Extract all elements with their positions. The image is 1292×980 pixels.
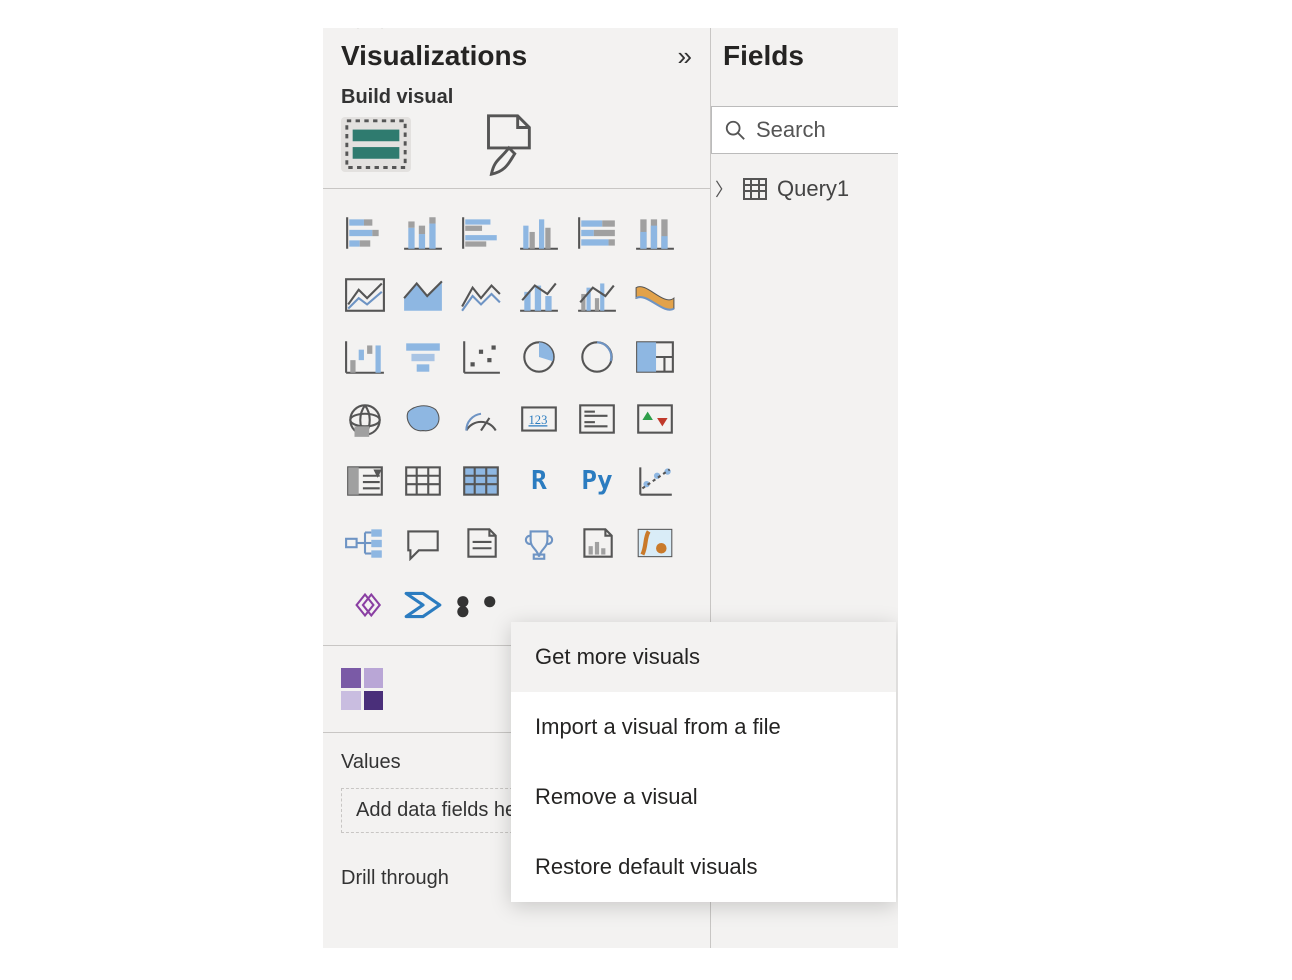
line-chart[interactable]: [339, 273, 391, 317]
treemap-chart[interactable]: [629, 335, 681, 379]
hundred-percent-stacked-column-chart[interactable]: [629, 211, 681, 255]
area-chart[interactable]: [397, 273, 449, 317]
r-script-visual[interactable]: R: [513, 459, 565, 503]
fields-search-input[interactable]: Search: [711, 106, 898, 154]
kpi-chart[interactable]: [629, 397, 681, 441]
visualizations-tab-bar: [323, 117, 710, 188]
more-visuals-context-menu: Get more visuals Import a visual from a …: [511, 622, 896, 902]
format-paintbrush-icon: [471, 110, 541, 180]
search-icon: [724, 119, 746, 141]
hundred-percent-stacked-bar-chart[interactable]: [571, 211, 623, 255]
qa-visual[interactable]: [397, 521, 449, 565]
key-influencers-chart[interactable]: [629, 459, 681, 503]
waterfall-chart[interactable]: [339, 335, 391, 379]
table-icon: [743, 178, 767, 200]
menu-get-more-visuals[interactable]: Get more visuals: [511, 622, 896, 692]
card-chart[interactable]: 123: [513, 397, 565, 441]
pie-chart[interactable]: [513, 335, 565, 379]
fields-header: Fields: [711, 28, 898, 84]
stacked-bar-chart[interactable]: [339, 211, 391, 255]
collapse-visualizations-icon[interactable]: »: [678, 41, 692, 72]
fields-search-placeholder: Search: [756, 117, 826, 143]
slicer-chart[interactable]: [339, 459, 391, 503]
power-apps-visual[interactable]: [339, 583, 391, 627]
custom-visual-icon[interactable]: [341, 668, 383, 710]
smart-narrative-visual[interactable]: [455, 521, 507, 565]
filled-map-chart[interactable]: [397, 397, 449, 441]
visual-gallery: 123 R Py ● ● ●: [323, 189, 710, 637]
visualizations-header: Visualizations »: [323, 28, 710, 84]
map-chart[interactable]: [339, 397, 391, 441]
table-chart[interactable]: [397, 459, 449, 503]
multi-row-card-chart[interactable]: [571, 397, 623, 441]
visualizations-title: Visualizations: [341, 40, 678, 72]
powerbi-right-panes: Visualizations » Build visual: [323, 28, 898, 948]
funnel-chart[interactable]: [397, 335, 449, 379]
donut-chart[interactable]: [571, 335, 623, 379]
arcgis-map-visual[interactable]: [629, 521, 681, 565]
power-automate-visual[interactable]: [397, 583, 449, 627]
line-clustered-column-chart[interactable]: [571, 273, 623, 317]
paginated-report-visual[interactable]: [571, 521, 623, 565]
clustered-column-chart[interactable]: [513, 211, 565, 255]
get-more-visuals-button[interactable]: ● ● ●: [455, 583, 507, 627]
scatter-chart[interactable]: [455, 335, 507, 379]
decomposition-tree-chart[interactable]: [339, 521, 391, 565]
gauge-chart[interactable]: [455, 397, 507, 441]
table-view-icon: [341, 115, 411, 173]
matrix-chart[interactable]: [455, 459, 507, 503]
ribbon-chart[interactable]: [629, 273, 681, 317]
menu-remove-a-visual[interactable]: Remove a visual: [511, 762, 896, 832]
goals-visual[interactable]: [513, 521, 565, 565]
chevron-right-icon: 〉: [715, 176, 733, 202]
python-visual[interactable]: Py: [571, 459, 623, 503]
fields-title: Fields: [723, 40, 883, 72]
menu-restore-default-visuals[interactable]: Restore default visuals: [511, 832, 896, 902]
clustered-bar-chart[interactable]: [455, 211, 507, 255]
build-visual-tab[interactable]: [341, 117, 411, 172]
stacked-area-chart[interactable]: [455, 273, 507, 317]
format-page-tab[interactable]: [471, 117, 541, 172]
menu-import-visual-from-file[interactable]: Import a visual from a file: [511, 692, 896, 762]
stacked-column-chart[interactable]: [397, 211, 449, 255]
fields-table-name: Query1: [777, 176, 849, 202]
line-stacked-column-chart[interactable]: [513, 273, 565, 317]
fields-table-query1[interactable]: 〉 Query1: [711, 176, 898, 202]
svg-text:123: 123: [529, 413, 548, 427]
